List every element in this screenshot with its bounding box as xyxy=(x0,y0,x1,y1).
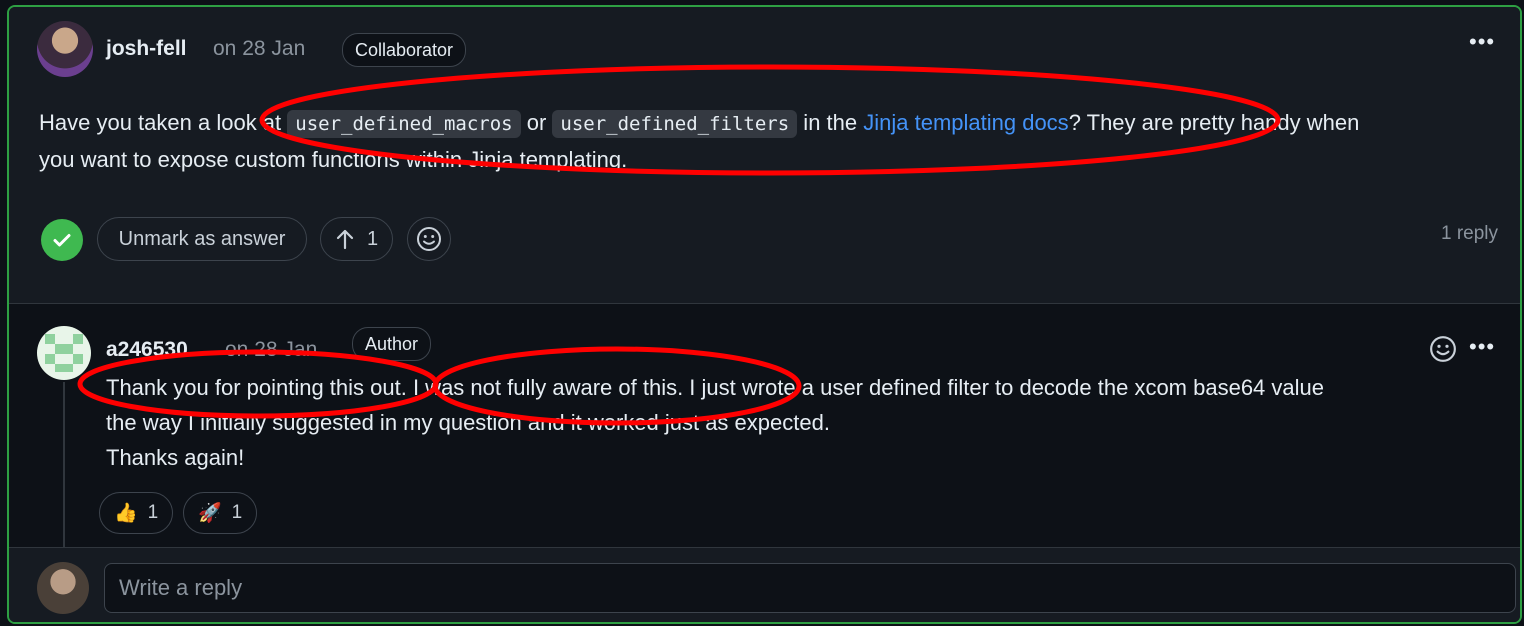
text: Have you taken a look at xyxy=(39,110,288,135)
add-reaction-button[interactable] xyxy=(407,217,451,261)
kebab-horizontal-icon[interactable]: ••• xyxy=(1469,29,1495,55)
text: ? They are pretty handy when xyxy=(1068,110,1360,135)
upvote-button[interactable]: 1 xyxy=(320,217,393,261)
comment-line-1: Have you taken a look at user_defined_ma… xyxy=(39,105,1499,142)
code-user-defined-filters: user_defined_filters xyxy=(552,110,798,138)
comment-body: Have you taken a look at user_defined_ma… xyxy=(39,105,1499,177)
avatar[interactable] xyxy=(37,21,93,77)
reply-line-3: Thanks again! xyxy=(106,445,245,470)
smiley-icon xyxy=(417,227,441,251)
reaction-count: 1 xyxy=(231,502,243,523)
thread-line xyxy=(63,382,65,548)
arrow-up-icon xyxy=(336,229,354,250)
upvote-count: 1 xyxy=(366,227,379,250)
kebab-horizontal-icon[interactable]: ••• xyxy=(1469,334,1495,360)
smiley-icon[interactable] xyxy=(1429,335,1457,368)
reply-line-2: the way I initially suggested in my ques… xyxy=(106,410,830,435)
reply-input[interactable] xyxy=(104,563,1516,613)
reaction-thumbs-up[interactable]: 👍 1 xyxy=(99,492,174,534)
comment-line-2: you want to expose custom functions with… xyxy=(39,147,628,172)
rocket-icon: 🚀 xyxy=(198,503,222,524)
reply-date[interactable]: on 28 Jan xyxy=(225,338,317,362)
thumbs-up-icon: 👍 xyxy=(114,503,138,524)
unmark-answer-label: Unmark as answer xyxy=(118,227,286,250)
avatar xyxy=(37,562,89,614)
author-badge: Author xyxy=(352,327,432,361)
text: or xyxy=(520,110,553,135)
code-user-defined-macros: user_defined_macros xyxy=(287,110,521,138)
reply-line-1: Thank you for pointing this out. I was n… xyxy=(106,375,1325,400)
comment-date[interactable]: on 28 Jan xyxy=(213,37,305,61)
reply-username[interactable]: a246530 xyxy=(106,338,188,362)
reply-count[interactable]: 1 reply xyxy=(1441,223,1498,245)
avatar[interactable] xyxy=(37,326,91,380)
check-circle-icon[interactable] xyxy=(41,219,83,261)
comment-username[interactable]: josh-fell xyxy=(106,37,187,61)
reaction-count: 1 xyxy=(147,502,159,523)
jinja-docs-link[interactable]: Jinja templating docs xyxy=(863,110,1068,135)
reply-body: Thank you for pointing this out. I was n… xyxy=(106,370,1506,475)
text: in the xyxy=(797,110,864,135)
collaborator-badge: Collaborator xyxy=(342,33,467,67)
discussion-thread: josh-fell on 28 Jan Collaborator ••• Hav… xyxy=(7,5,1522,624)
reaction-rocket[interactable]: 🚀 1 xyxy=(183,492,258,534)
unmark-answer-button[interactable]: Unmark as answer xyxy=(97,217,307,261)
